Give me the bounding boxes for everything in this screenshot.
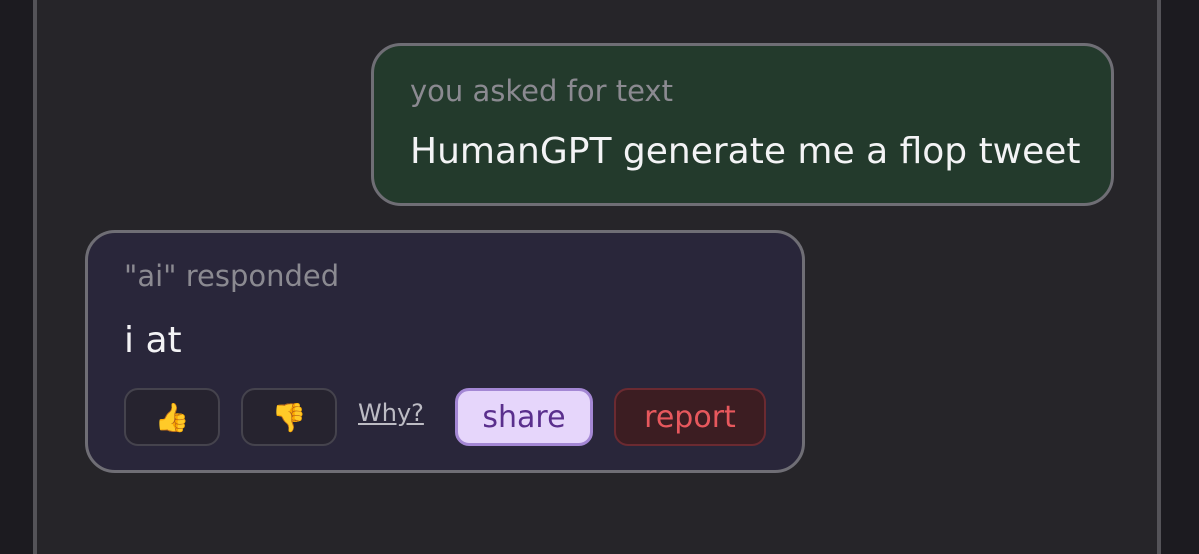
thumbs-up-button[interactable]: 👍: [124, 388, 220, 446]
report-button[interactable]: report: [614, 388, 766, 446]
thumbs-down-icon: 👎: [271, 400, 307, 434]
share-button-label: share: [482, 399, 566, 435]
ai-message-text: i at: [124, 320, 182, 361]
ai-message-caption: "ai" responded: [124, 259, 340, 293]
report-button-label: report: [644, 399, 736, 435]
user-message-caption: you asked for text: [410, 74, 673, 108]
thumbs-up-icon: 👍: [154, 400, 190, 434]
ai-message-bubble: "ai" responded i at 👍 👎 Why? share repor…: [85, 230, 805, 473]
why-link[interactable]: Why?: [358, 399, 424, 427]
thumbs-down-button[interactable]: 👎: [241, 388, 337, 446]
share-button[interactable]: share: [455, 388, 593, 446]
user-message-text: HumanGPT generate me a flop tweet: [410, 131, 1081, 172]
user-message-bubble: you asked for text HumanGPT generate me …: [371, 43, 1114, 206]
